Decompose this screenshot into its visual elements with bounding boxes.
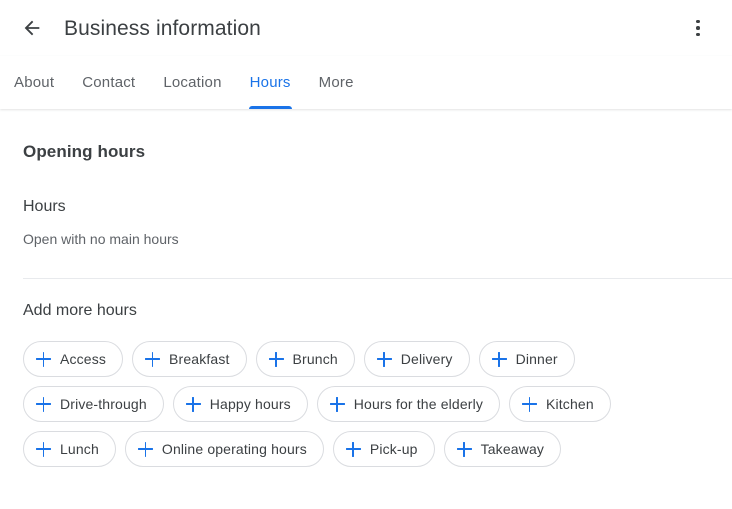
chip-dinner[interactable]: Dinner bbox=[478, 341, 575, 377]
plus-icon bbox=[522, 396, 538, 412]
chip-label: Access bbox=[60, 351, 107, 367]
chip-online-operating-hours[interactable]: Online operating hours bbox=[124, 431, 324, 467]
page-title: Business information bbox=[64, 16, 261, 40]
plus-icon bbox=[376, 351, 392, 367]
chip-label: Pick-up bbox=[369, 441, 418, 457]
chip-label: Dinner bbox=[515, 351, 558, 367]
back-button[interactable] bbox=[12, 8, 52, 48]
main-content: Opening hours Hours Open with no main ho… bbox=[0, 109, 732, 467]
plus-icon bbox=[329, 396, 345, 412]
plus-icon bbox=[456, 441, 472, 457]
plus-icon bbox=[185, 396, 201, 412]
tab-list: About Contact Location Hours More bbox=[0, 56, 732, 109]
chip-delivery[interactable]: Delivery bbox=[363, 341, 470, 377]
overflow-menu-button[interactable] bbox=[678, 8, 718, 48]
hours-value: Open with no main hours bbox=[23, 231, 179, 247]
tab-more-label: More bbox=[318, 74, 354, 91]
chip-access[interactable]: Access bbox=[23, 341, 124, 377]
tab-contact-label: Contact bbox=[82, 74, 136, 91]
plus-icon bbox=[36, 396, 51, 412]
chip-label: Takeaway bbox=[480, 441, 545, 457]
chip-happy-hours[interactable]: Happy hours bbox=[172, 386, 308, 422]
hours-label: Hours bbox=[23, 198, 66, 215]
chip-label: Lunch bbox=[60, 441, 99, 457]
plus-icon bbox=[145, 351, 161, 367]
tab-contact[interactable]: Contact bbox=[68, 56, 149, 109]
tab-about-label: About bbox=[14, 74, 55, 91]
chip-label: Delivery bbox=[400, 351, 453, 367]
chip-label: Drive-through bbox=[60, 396, 147, 412]
tab-location[interactable]: Location bbox=[149, 56, 235, 109]
plus-icon bbox=[268, 351, 284, 367]
add-hours-chip-list: Access Breakfast Brunch Delivery Dinner … bbox=[23, 319, 663, 467]
tab-bar: About Contact Location Hours More bbox=[0, 56, 732, 109]
chip-label: Brunch bbox=[292, 351, 338, 367]
arrow-back-icon bbox=[21, 17, 43, 39]
plus-icon bbox=[491, 351, 507, 367]
plus-icon bbox=[36, 441, 51, 457]
chip-brunch[interactable]: Brunch bbox=[255, 341, 355, 377]
chip-breakfast[interactable]: Breakfast bbox=[132, 341, 247, 377]
plus-icon bbox=[345, 441, 361, 457]
chip-pick-up[interactable]: Pick-up bbox=[332, 431, 435, 467]
app-bar: Business information bbox=[0, 0, 732, 56]
chip-label: Kitchen bbox=[546, 396, 594, 412]
tab-hours[interactable]: Hours bbox=[236, 56, 305, 109]
tab-more[interactable]: More bbox=[305, 56, 368, 109]
chip-hours-for-the-elderly[interactable]: Hours for the elderly bbox=[316, 386, 501, 422]
tab-location-label: Location bbox=[163, 74, 222, 91]
tab-hours-label: Hours bbox=[249, 74, 291, 91]
tab-about[interactable]: About bbox=[0, 56, 68, 109]
chip-label: Hours for the elderly bbox=[353, 396, 484, 412]
chip-label: Happy hours bbox=[209, 396, 291, 412]
chip-lunch[interactable]: Lunch bbox=[23, 431, 116, 467]
chip-drive-through[interactable]: Drive-through bbox=[23, 386, 164, 422]
more-vert-icon bbox=[696, 18, 700, 38]
opening-hours-heading: Opening hours bbox=[23, 142, 146, 161]
chip-kitchen[interactable]: Kitchen bbox=[509, 386, 611, 422]
chip-takeaway[interactable]: Takeaway bbox=[443, 431, 562, 467]
plus-icon bbox=[137, 441, 153, 457]
add-more-hours-heading: Add more hours bbox=[23, 302, 137, 319]
plus-icon bbox=[36, 351, 51, 367]
chip-label: Breakfast bbox=[169, 351, 230, 367]
chip-label: Online operating hours bbox=[161, 441, 307, 457]
